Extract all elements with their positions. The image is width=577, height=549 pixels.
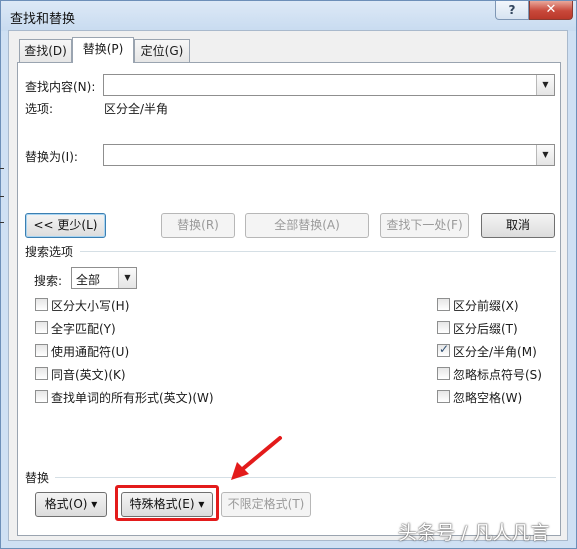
watermark-text: 头条号 / 凡人凡言 <box>398 522 550 544</box>
chevron-down-icon[interactable]: ▼ <box>536 145 554 165</box>
all-word-forms-label[interactable]: 查找单词的所有形式(英文)(W) <box>51 389 214 406</box>
whole-word-label[interactable]: 全字匹配(Y) <box>51 320 116 337</box>
edge-mark <box>0 168 4 169</box>
help-button[interactable]: ? <box>495 1 529 20</box>
no-formatting-button[interactable]: 不限定格式(T) <box>221 492 311 517</box>
title-bar[interactable]: 查找和替换 ? ✕ <box>1 1 576 31</box>
checkmark-icon: ✓ <box>439 342 450 356</box>
chevron-down-icon[interactable]: ▼ <box>118 268 136 288</box>
tab-replace[interactable]: 替换(P) <box>72 37 134 63</box>
options-value: 区分全/半角 <box>104 102 169 116</box>
ignore-punctuation-label[interactable]: 忽略标点符号(S) <box>453 366 542 383</box>
wildcards-checkbox[interactable] <box>35 344 48 357</box>
replace-all-button[interactable]: 全部替换(A) <box>245 213 369 238</box>
find-what-label: 查找内容(N): <box>25 80 96 94</box>
match-prefix-label[interactable]: 区分前缀(X) <box>453 297 519 314</box>
search-direction-label: 搜索: <box>34 274 63 288</box>
less-button[interactable]: << 更少(L) <box>25 213 106 238</box>
find-next-button[interactable]: 查找下一处(F) <box>380 213 469 238</box>
close-button[interactable]: ✕ <box>529 1 573 20</box>
format-button[interactable]: 格式(O) ▾ <box>35 492 107 517</box>
edge-mark <box>0 196 4 197</box>
match-suffix-label[interactable]: 区分后缀(T) <box>453 320 518 337</box>
search-options-divider <box>80 251 556 252</box>
replace-with-combobox[interactable]: ▼ <box>103 144 555 166</box>
dialog-title: 查找和替换 <box>10 12 76 27</box>
tab-goto[interactable]: 定位(G) <box>134 39 190 62</box>
replace-group-heading: 替换 <box>25 471 50 485</box>
chevron-down-icon[interactable]: ▼ <box>536 75 554 95</box>
replace-with-label: 替换为(I): <box>25 150 78 164</box>
tab-find[interactable]: 查找(D) <box>19 39 72 62</box>
ignore-whitespace-label[interactable]: 忽略空格(W) <box>453 389 522 406</box>
cancel-button[interactable]: 取消 <box>481 213 555 238</box>
sounds-like-label[interactable]: 同音(英文)(K) <box>51 366 126 383</box>
annotation-arrow-icon <box>231 436 282 480</box>
search-options-heading: 搜索选项 <box>25 245 74 259</box>
match-case-checkbox[interactable] <box>35 298 48 311</box>
edge-mark <box>0 222 4 223</box>
replace-group-divider <box>55 477 556 478</box>
find-what-combobox[interactable]: ▼ <box>103 74 555 96</box>
wildcards-label[interactable]: 使用通配符(U) <box>51 343 129 360</box>
all-word-forms-checkbox[interactable] <box>35 390 48 403</box>
match-width-checkbox[interactable]: ✓ <box>437 342 450 357</box>
search-direction-value: 全部 <box>76 273 101 287</box>
search-direction-select[interactable]: 全部 ▼ <box>71 267 137 289</box>
match-width-label[interactable]: 区分全/半角(M) <box>453 343 537 360</box>
options-label: 选项: <box>25 102 54 116</box>
highlight-box <box>115 485 219 521</box>
replace-button[interactable]: 替换(R) <box>161 213 235 238</box>
whole-word-checkbox[interactable] <box>35 321 48 334</box>
match-suffix-checkbox[interactable] <box>437 321 450 334</box>
ignore-punctuation-checkbox[interactable] <box>437 367 450 380</box>
match-case-label[interactable]: 区分大小写(H) <box>51 297 129 314</box>
ignore-whitespace-checkbox[interactable] <box>437 390 450 403</box>
sounds-like-checkbox[interactable] <box>35 367 48 380</box>
match-prefix-checkbox[interactable] <box>437 298 450 311</box>
